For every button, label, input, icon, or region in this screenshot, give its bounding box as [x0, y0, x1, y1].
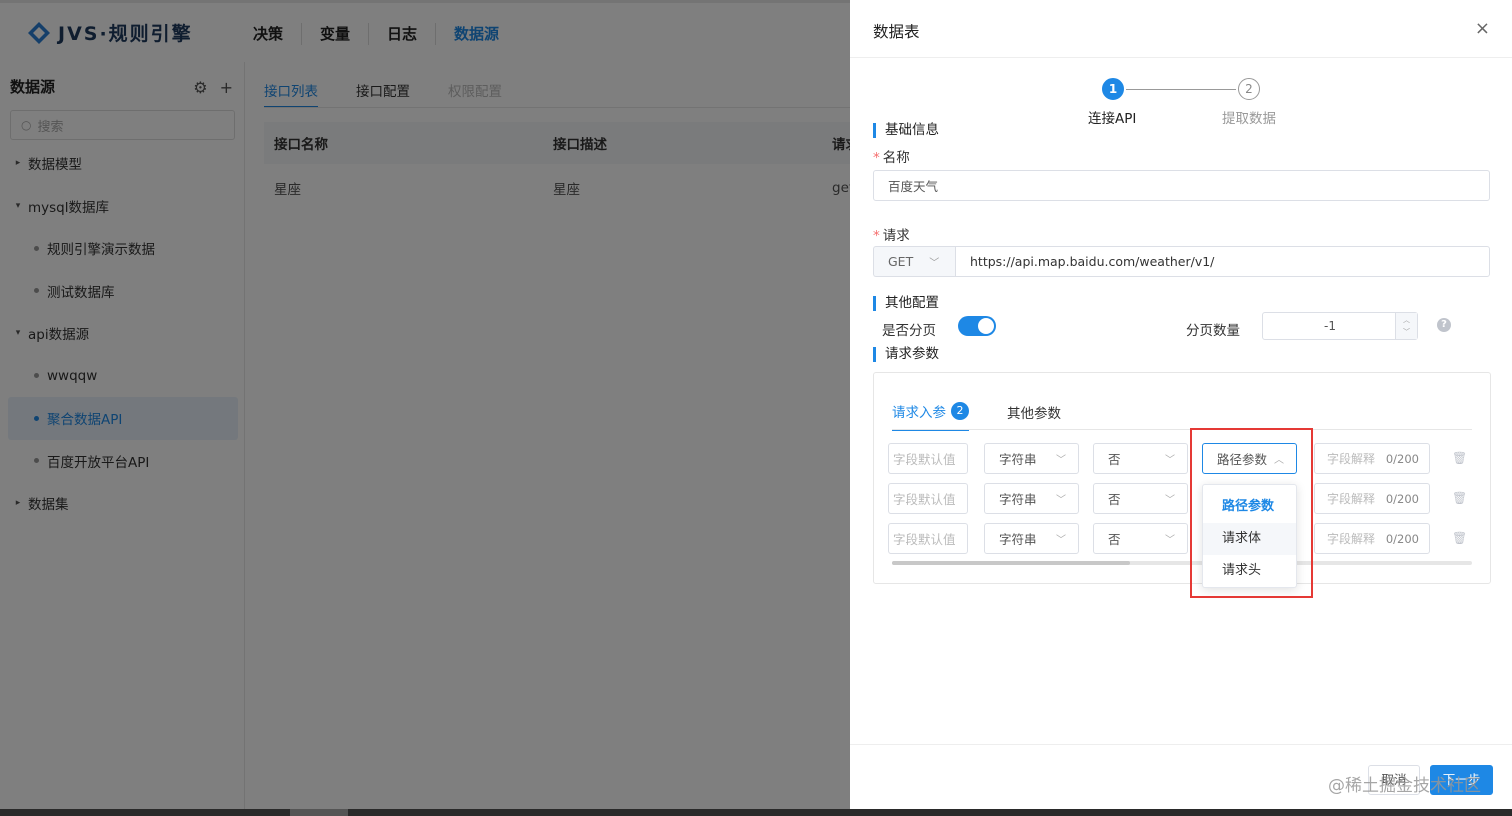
default-value-input[interactable]: 字段默认值 [888, 483, 968, 514]
section-request-params: 请求参数 [873, 347, 939, 362]
type-select[interactable]: 字符串 ﹀ [984, 523, 1079, 554]
chevron-down-icon: ﹀ [1056, 535, 1066, 546]
paging-label: 是否分页 [882, 323, 936, 339]
required-select[interactable]: 否 ﹀ [1093, 443, 1188, 474]
url-input[interactable]: https://api.map.baidu.com/weather/v1/ [955, 246, 1490, 277]
tab-input-params[interactable]: 请求入参 2 [892, 401, 969, 431]
name-label: * 名称 [873, 146, 910, 166]
default-value-input[interactable]: 字段默认值 [888, 443, 968, 474]
chevron-down-icon: ﹀ [1165, 495, 1175, 506]
char-count: 0/200 [1385, 451, 1419, 466]
step-1-circle: 1 [1102, 78, 1124, 100]
trash-icon[interactable]: 🗑 [1452, 451, 1467, 465]
chevron-down-icon: ﹀ [1165, 455, 1175, 466]
params-tab-divider [892, 429, 1472, 430]
trash-icon[interactable]: 🗑 [1452, 491, 1467, 505]
chevron-down-icon: ﹀ [929, 258, 940, 269]
required-select[interactable]: 否 ﹀ [1093, 523, 1188, 554]
request-label: * 请求 [873, 224, 910, 244]
required-mark: * [873, 228, 880, 244]
tab-input-label: 请求入参 [892, 405, 946, 421]
page-size-label: 分页数量 [1186, 323, 1240, 339]
drawer-header: 数据表 × [850, 0, 1512, 58]
required-select[interactable]: 否 ﹀ [1093, 483, 1188, 514]
trash-icon[interactable]: 🗑 [1452, 531, 1467, 545]
description-input[interactable]: 字段解释 0/200 [1314, 523, 1430, 554]
tab-other-params[interactable]: 其他参数 [1007, 401, 1061, 431]
name-label-text: 名称 [882, 150, 910, 166]
description-input[interactable]: 字段解释 0/200 [1314, 443, 1430, 474]
char-count: 0/200 [1385, 531, 1419, 546]
chevron-down-icon: ﹀ [1056, 495, 1066, 506]
type-value: 字符串 [999, 492, 1037, 507]
method-select[interactable]: GET ﹀ [873, 246, 955, 277]
params-tabs: 请求入参 2 其他参数 [892, 401, 1061, 431]
required-value: 否 [1108, 532, 1121, 547]
type-value: 字符串 [999, 532, 1037, 547]
annotation-highlight-box [1190, 428, 1313, 598]
page-size-value: -1 [1324, 319, 1336, 333]
required-mark: * [873, 150, 880, 166]
required-value: 否 [1108, 452, 1121, 467]
app-window: JVS·规则引擎 决策 变量 日志 数据源 数据源 ⚙ + ○ 搜索 ▸ 数据模… [0, 0, 1512, 816]
scrollbar-thumb[interactable] [290, 809, 348, 816]
scrollbar-thumb[interactable] [892, 561, 1130, 565]
method-value: GET [888, 254, 914, 269]
chevron-down-icon: ﹀ [1056, 455, 1066, 466]
description-placeholder: 字段解释 [1327, 492, 1376, 506]
chevron-down-icon: ﹀ [1165, 535, 1175, 546]
name-input[interactable]: 百度天气 [873, 170, 1490, 201]
request-label-text: 请求 [882, 228, 910, 244]
stepper-arrows[interactable]: ︿ ﹀ [1395, 313, 1417, 339]
step-2-label: 提取数据 [1222, 111, 1276, 127]
type-select[interactable]: 字符串 ﹀ [984, 443, 1079, 474]
paging-switch[interactable] [958, 316, 996, 336]
modal-overlay[interactable] [0, 0, 850, 816]
step-1-label: 连接API [1088, 111, 1137, 127]
type-value: 字符串 [999, 452, 1037, 467]
type-select[interactable]: 字符串 ﹀ [984, 483, 1079, 514]
datatable-drawer: 数据表 × 1 2 连接API 提取数据 基础信息 * 名称 百度天气 * 请求 G… [850, 0, 1512, 810]
horizontal-scrollbar[interactable] [892, 561, 1472, 565]
count-badge: 2 [951, 402, 969, 420]
watermark: @稀土掘金技术社区 [1328, 776, 1481, 796]
stepper: 1 2 连接API 提取数据 [1088, 78, 1276, 128]
default-value-input[interactable]: 字段默认值 [888, 523, 968, 554]
description-input[interactable]: 字段解释 0/200 [1314, 483, 1430, 514]
description-placeholder: 字段解释 [1327, 532, 1376, 546]
section-basic-info: 基础信息 [873, 123, 939, 138]
bottom-scrollbar[interactable] [0, 809, 1512, 816]
params-card: 请求入参 2 其他参数 字段默认值 字符串 ﹀ 否 ﹀ 路径参数 ︿ 字段解释 0/20… [873, 372, 1491, 584]
step-2-circle: 2 [1238, 78, 1260, 100]
close-icon[interactable]: × [1475, 18, 1490, 39]
help-icon[interactable]: ? [1437, 318, 1451, 332]
step-connector [1126, 89, 1236, 90]
drawer-title: 数据表 [873, 23, 920, 41]
required-value: 否 [1108, 492, 1121, 507]
section-other-config: 其他配置 [873, 296, 939, 311]
switch-knob [978, 318, 994, 334]
page-size-input[interactable]: -1 ︿ ﹀ [1262, 312, 1418, 340]
char-count: 0/200 [1385, 491, 1419, 506]
description-placeholder: 字段解释 [1327, 452, 1376, 466]
